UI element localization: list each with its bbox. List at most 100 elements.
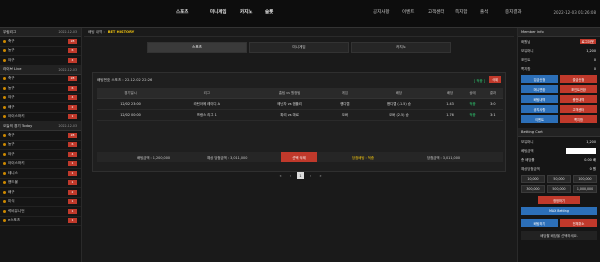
col-header: 결과: [482, 88, 503, 99]
nav-support[interactable]: 고객센터: [428, 9, 445, 15]
next-page-button[interactable]: ›: [307, 172, 314, 179]
amount-button[interactable]: 10,000: [521, 175, 545, 183]
sport-icon: [3, 49, 6, 53]
bet-history-button[interactable]: 베팅내역: [521, 95, 558, 103]
row-label: 쪽지함: [521, 67, 531, 71]
item-label: 농구: [8, 48, 15, 53]
sidebar-item[interactable]: 미식 1: [0, 198, 81, 207]
item-label: 야구: [8, 57, 15, 62]
message-button[interactable]: 쪽지함: [560, 115, 597, 123]
amount-button[interactable]: 50,000: [547, 175, 571, 183]
sidebar-item[interactable]: 축구 28: [0, 131, 81, 141]
logout-button[interactable]: 로그아웃: [579, 39, 596, 44]
amount-button[interactable]: 500,000: [547, 185, 571, 193]
nav-message[interactable]: 쪽지함: [455, 9, 467, 15]
table-cell: 12/02 00:00: [97, 109, 165, 121]
nav-sports[interactable]: 스포츠: [176, 9, 188, 15]
table-cell: 오버: [329, 109, 361, 121]
event-button[interactable]: 이벤트: [521, 115, 558, 123]
group-header[interactable]: 무림리그 2022-12-03: [0, 28, 81, 37]
sidebar-item[interactable]: 야구 4: [0, 56, 81, 66]
sidebar-item[interactable]: 축구 28: [0, 75, 81, 84]
col-header: 경기일시: [97, 88, 165, 99]
count-badge: 4: [68, 151, 77, 157]
tab-minigame[interactable]: 미니게임: [249, 42, 349, 53]
item-label: 야구: [8, 151, 15, 156]
cart-row: 총 배당률 0.00 배: [518, 155, 600, 164]
sidebar-item[interactable]: 테니스 1: [0, 169, 81, 179]
betting-cart-header: Betting Cart: [518, 128, 600, 137]
sidebar-item[interactable]: 배구 2: [0, 103, 81, 113]
nav-result[interactable]: 중지결과: [505, 9, 522, 15]
sidebar-item[interactable]: 농구 6: [0, 84, 81, 94]
deposit-button[interactable]: 입금신청: [521, 75, 558, 83]
point-button[interactable]: 포인트전환: [560, 85, 597, 93]
cart-row: 보유머니 1,200: [518, 137, 600, 146]
delete-selected-button[interactable]: 선택 삭제: [281, 152, 317, 162]
amount-button[interactable]: 100,000: [573, 175, 597, 183]
support-button[interactable]: 고객센터: [560, 105, 597, 113]
status-badge: [ 적중 ]: [473, 79, 485, 83]
notice-button[interactable]: 공지사항: [521, 105, 558, 113]
bet-button[interactable]: 베팅하기: [521, 219, 558, 227]
nav-event[interactable]: 이벤트: [402, 9, 414, 15]
sport-icon: [3, 86, 6, 90]
nav-minigame[interactable]: 미니게임: [210, 9, 227, 15]
left-sidebar: 무림리그 2022-12-03 축구 28 농구 6 야구 4 라이브 Live 2022…: [0, 28, 82, 262]
table-cell: 오버 (2.5) 승: [360, 109, 438, 121]
sidebar-item[interactable]: 농구 6: [0, 47, 81, 56]
table-row: 12/02 23:00 라틴아메 레이디 A 메닌자 vs 엠플리 핸디캡 핸디…: [97, 98, 503, 110]
first-page-button[interactable]: «: [277, 172, 284, 179]
item-label: 테니스: [8, 170, 18, 175]
tab-sports[interactable]: 스포츠: [147, 42, 247, 53]
page-1-button[interactable]: 1: [297, 172, 304, 179]
sidebar-item[interactable]: 야구 4: [0, 94, 81, 103]
table-cell: 파리 vs 마르: [249, 109, 330, 121]
group-header[interactable]: 오늘의 경기 Today 2022-12-03: [0, 122, 81, 131]
item-label: 농구: [8, 142, 15, 147]
sidebar-item[interactable]: 아이스하키 1: [0, 160, 81, 169]
sidebar-item[interactable]: 아이스하키 1: [0, 113, 81, 122]
nav-attendance[interactable]: 출석: [480, 9, 488, 15]
nav-notice[interactable]: 공지사항: [373, 9, 390, 15]
tab-casino[interactable]: 카지노: [351, 42, 451, 53]
item-label: 축구: [8, 132, 15, 137]
group-date: 2022-12-03: [58, 30, 77, 34]
max-betting-button[interactable]: MAX Betting: [521, 207, 597, 215]
withdraw-button[interactable]: 출금신청: [560, 75, 597, 83]
nav-casino[interactable]: 카지노: [240, 9, 252, 15]
count-badge: 6: [68, 48, 77, 54]
sidebar-item[interactable]: e스포츠 1: [0, 217, 81, 226]
nav-slot[interactable]: 슬롯: [265, 9, 273, 15]
last-page-button[interactable]: »: [317, 172, 324, 179]
prev-page-button[interactable]: ‹: [287, 172, 294, 179]
charge-history-button[interactable]: 충전내역: [560, 95, 597, 103]
cancel-all-button[interactable]: 전체취소: [560, 219, 597, 227]
sidebar-item[interactable]: 축구 28: [0, 37, 81, 47]
bet-amount-input[interactable]: [566, 147, 596, 154]
reset-button[interactable]: 정정하기: [538, 196, 580, 204]
item-label: 농구: [8, 85, 15, 90]
member-row: 쪽지함 0: [518, 64, 600, 73]
title-label: 배팅 내역 :: [88, 29, 105, 34]
item-label: 축구: [8, 38, 15, 43]
sidebar-item[interactable]: 농구 6: [0, 141, 81, 150]
sidebar-item[interactable]: 배구 2: [0, 188, 81, 198]
sidebar-item[interactable]: 야구 4: [0, 150, 81, 160]
bet-header: 배팅번호 스포츠 : 22.12.02 22:26: [97, 78, 153, 82]
cart-row: 예상당첨금액 0 원: [518, 164, 600, 173]
amount-button[interactable]: 300,000: [521, 185, 545, 193]
delete-card-button[interactable]: 삭제: [489, 76, 501, 83]
amount-button[interactable]: 1,000,000: [573, 185, 597, 193]
group-header[interactable]: 라이브 Live 2022-12-03: [0, 65, 81, 75]
table-cell: 핸디캡: [329, 98, 361, 110]
summary-amount: 배팅금액 : 1,200,000: [137, 155, 171, 160]
group-date: 2022-12-03: [58, 124, 77, 128]
sport-icon: [3, 162, 6, 166]
table-cell: 라틴아메 레이디 A: [164, 98, 250, 110]
count-badge: 4: [68, 57, 77, 63]
convert-button[interactable]: 머니변환: [521, 85, 558, 93]
sidebar-item[interactable]: 럭비유니언 1: [0, 207, 81, 217]
col-header: 상태: [462, 88, 483, 99]
sidebar-item[interactable]: 핸드볼 1: [0, 179, 81, 188]
